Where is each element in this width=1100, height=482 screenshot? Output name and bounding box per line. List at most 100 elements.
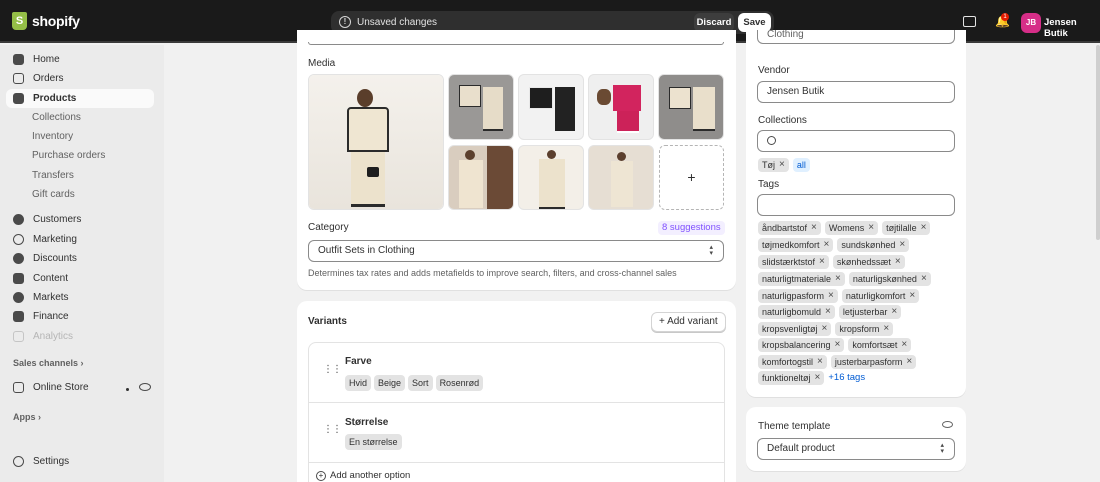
add-media-button[interactable]: + (659, 145, 724, 210)
user-name[interactable]: Jensen Butik (1044, 17, 1100, 39)
shopify-logo[interactable]: S shopify (12, 12, 80, 30)
close-icon[interactable]: × (817, 357, 823, 367)
sidebar-item-settings[interactable]: Settings (6, 452, 154, 471)
sidebar-item-content[interactable]: Content (6, 269, 154, 288)
tag-chip[interactable]: Womens × (824, 221, 879, 235)
option-name[interactable]: Størrelse (345, 417, 388, 428)
close-icon[interactable]: × (921, 274, 927, 284)
option-name[interactable]: Farve (345, 356, 372, 367)
sidebar-item-transfers[interactable]: Transfers (32, 168, 74, 184)
tag-chip[interactable]: naturligpasform × (758, 289, 838, 303)
sales-channels-header[interactable]: Sales channels › (13, 358, 84, 368)
add-another-option-button[interactable]: + Add another option (316, 470, 410, 481)
tag-chip[interactable]: sundskønhed × (837, 238, 910, 252)
sidebar-item-purchase-orders[interactable]: Purchase orders (32, 148, 105, 164)
tag-chip[interactable]: naturligkomfort × (841, 289, 920, 303)
sidebar-item-discounts[interactable]: Discounts (6, 249, 154, 268)
collections-search-input[interactable] (757, 130, 955, 152)
eye-icon[interactable] (139, 383, 151, 391)
sidebar-item-inventory[interactable]: Inventory (32, 129, 73, 145)
avatar[interactable]: JB (1021, 13, 1041, 33)
tag-chip[interactable]: kropsform × (835, 322, 894, 336)
media-image-3[interactable] (518, 74, 584, 140)
close-icon[interactable]: × (883, 324, 889, 334)
sidebar-item-products[interactable]: Products (6, 89, 154, 108)
scrollbar[interactable] (1096, 45, 1100, 240)
tag-chip[interactable]: kropsvenligtøj × (758, 322, 832, 336)
media-image-2[interactable] (448, 74, 514, 140)
tag-chip[interactable]: skønhedssæt × (832, 255, 905, 269)
tag-chip[interactable]: slidstærktstof × (758, 255, 829, 269)
product-type-input[interactable]: Clothing (757, 30, 955, 44)
close-icon[interactable]: × (901, 340, 907, 350)
tag-chip[interactable]: funktioneltøj × (758, 371, 825, 385)
sidebar-item-home[interactable]: Home (6, 50, 154, 69)
collection-chip[interactable]: all (792, 158, 810, 172)
close-icon[interactable]: × (835, 274, 841, 284)
close-icon[interactable]: × (819, 257, 825, 267)
vendor-input[interactable]: Jensen Butik (757, 81, 955, 103)
media-image-4[interactable] (588, 74, 654, 140)
close-icon[interactable]: × (828, 291, 834, 301)
close-icon[interactable]: × (891, 307, 897, 317)
sidebar-item-finance[interactable]: Finance (6, 307, 154, 326)
sidebar-item-collections[interactable]: Collections (32, 110, 81, 126)
drag-handle-icon[interactable]: ⋮⋮ (323, 425, 342, 438)
sidebar-item-online-store[interactable]: Online Store (6, 378, 154, 397)
close-icon[interactable]: × (822, 324, 828, 334)
tag-chip[interactable]: tøjmedkomfort × (758, 238, 834, 252)
add-variant-button[interactable]: + Add variant (651, 312, 726, 332)
close-icon[interactable]: × (811, 223, 817, 233)
tag-chip[interactable]: komfortogstil × (758, 355, 827, 369)
close-icon[interactable]: × (921, 223, 927, 233)
sidebar-item-customers[interactable]: Customers (6, 210, 154, 229)
sidebar-item-marketing[interactable]: Marketing (6, 230, 154, 249)
close-icon[interactable]: × (835, 340, 841, 350)
close-icon[interactable]: × (824, 240, 830, 250)
close-icon[interactable]: × (899, 240, 905, 250)
tag-chip[interactable]: naturligbomuld × (758, 305, 835, 319)
tag-chip[interactable]: naturligskønhed × (848, 272, 931, 286)
category-suggestions-link[interactable]: 8 suggestions (658, 221, 725, 235)
tag-chip[interactable]: åndbartstof × (758, 221, 821, 235)
media-image-7[interactable] (518, 145, 584, 210)
close-icon[interactable]: × (868, 223, 874, 233)
tag-chip[interactable]: naturligtmateriale × (758, 272, 845, 286)
tag-label: kropsvenligtøj (762, 324, 818, 334)
store-icon (13, 382, 24, 393)
tag-chip[interactable]: justerbarpasform × (830, 355, 917, 369)
more-tags-link[interactable]: +16 tags (828, 371, 865, 385)
theme-template-select[interactable]: Default product ▴ ▾ (757, 438, 955, 460)
collection-chip[interactable]: Tøj × (758, 158, 789, 172)
tag-chip[interactable]: kropsbalancering × (758, 338, 845, 352)
close-icon[interactable]: × (779, 160, 785, 170)
close-icon[interactable]: × (906, 357, 912, 367)
tag-chip[interactable]: letjusterbar × (838, 305, 902, 319)
tag-label: naturligskønhed (852, 274, 917, 284)
drag-handle-icon[interactable]: ⋮⋮ (323, 365, 342, 378)
close-icon[interactable]: × (825, 307, 831, 317)
sidebar-item-markets[interactable]: Markets (6, 288, 154, 307)
close-icon[interactable]: × (895, 257, 901, 267)
figure-head (617, 152, 626, 161)
apps-header[interactable]: Apps › (13, 412, 41, 422)
sidebar-item-label: Markets (33, 292, 69, 303)
tag-chip[interactable]: tøjtilalle × (882, 221, 931, 235)
chart-icon (13, 331, 24, 342)
tags-input[interactable] (757, 194, 955, 216)
sidebar-item-gift-cards[interactable]: Gift cards (32, 187, 75, 203)
media-image-6[interactable] (448, 145, 514, 210)
close-icon[interactable]: × (909, 291, 915, 301)
media-image-main[interactable] (308, 74, 444, 210)
bank-icon (13, 311, 24, 322)
close-icon[interactable]: × (815, 373, 821, 383)
store-icon[interactable] (963, 16, 976, 27)
media-image-8[interactable] (588, 145, 654, 210)
pants-cream (693, 87, 715, 131)
category-select[interactable]: Outfit Sets in Clothing ▴ ▾ (308, 240, 724, 262)
media-image-5[interactable] (658, 74, 724, 140)
sidebar: Home Orders Products Collections Invento… (0, 45, 164, 482)
tag-chip[interactable]: komfortsæt × (848, 338, 912, 352)
sidebar-item-orders[interactable]: Orders (6, 69, 154, 88)
eye-icon[interactable] (942, 421, 953, 428)
